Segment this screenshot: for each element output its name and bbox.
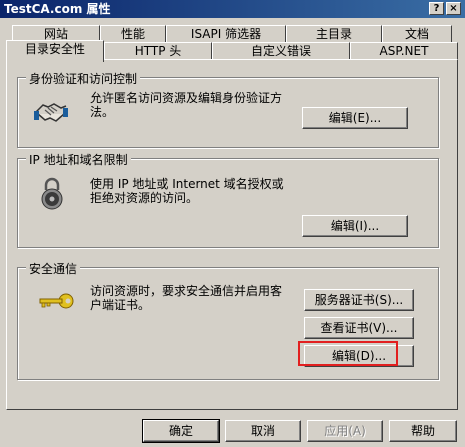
highlight-box <box>298 341 398 366</box>
tab-custom-errors[interactable]: 自定义错误 <box>212 42 350 60</box>
tab-performance[interactable]: 性能 <box>100 25 166 43</box>
tab-http-headers[interactable]: HTTP 头 <box>104 42 212 60</box>
tab-directory-security[interactable]: 目录安全性 <box>6 40 104 62</box>
tab-panel: 身份验证和访问控制 允许匿名访问资源及编辑身份验证方 法。 编辑(E)... I… <box>6 59 458 410</box>
auth-edit-button[interactable]: 编辑(E)... <box>302 107 408 129</box>
help-title-button[interactable]: ? <box>429 2 444 15</box>
secure-desc-line2: 户端证书。 <box>90 298 151 312</box>
view-certificate-button[interactable]: 查看证书(V)... <box>304 317 414 339</box>
ip-edit-button[interactable]: 编辑(I)... <box>302 215 408 237</box>
auth-group: 身份验证和访问控制 允许匿名访问资源及编辑身份验证方 法。 编辑(E)... <box>17 70 439 148</box>
auth-desc-line1: 允许匿名访问资源及编辑身份验证方 <box>90 91 283 105</box>
secure-desc-line1: 访问资源时，要求安全通信并启用客 <box>90 284 283 298</box>
title-bar: TestCA.com 属性 ? × <box>0 0 465 18</box>
tab-home-directory[interactable]: 主目录 <box>286 25 382 43</box>
tab-documents[interactable]: 文档 <box>382 25 452 43</box>
apply-button[interactable]: 应用(A) <box>307 420 383 442</box>
handshake-icon <box>34 103 68 122</box>
secure-group-title: 安全通信 <box>26 260 81 277</box>
ip-desc-line2: 拒绝对资源的访问。 <box>90 191 199 205</box>
server-certificate-button[interactable]: 服务器证书(S)... <box>304 289 414 311</box>
help-button[interactable]: 帮助 <box>389 420 457 442</box>
secure-comm-group: 安全通信 访问资源时，要求安全通信并启用客 户端证书。 服务器证书(S)... … <box>17 260 439 380</box>
ip-desc-line1: 使用 IP 地址或 Internet 域名授权或 <box>90 177 284 191</box>
window-title: TestCA.com 属性 <box>4 2 111 16</box>
auth-desc-line2: 法。 <box>90 105 115 119</box>
auth-group-title: 身份验证和访问控制 <box>26 70 141 87</box>
padlock-icon <box>41 177 63 210</box>
tab-isapi-filters[interactable]: ISAPI 筛选器 <box>166 25 286 43</box>
ip-group: IP 地址和域名限制 使用 IP 地址或 Internet 域名授权或 拒绝对资… <box>17 151 439 248</box>
close-title-button[interactable]: × <box>446 2 461 15</box>
ip-group-title: IP 地址和域名限制 <box>26 151 131 168</box>
tab-aspnet[interactable]: ASP.NET <box>350 42 458 60</box>
cancel-button[interactable]: 取消 <box>225 420 301 442</box>
ok-button[interactable]: 确定 <box>142 419 220 443</box>
key-icon <box>39 293 74 309</box>
properties-dialog: TestCA.com 属性 ? × 网站 性能 ISAPI 筛选器 主目录 文档… <box>0 0 465 447</box>
